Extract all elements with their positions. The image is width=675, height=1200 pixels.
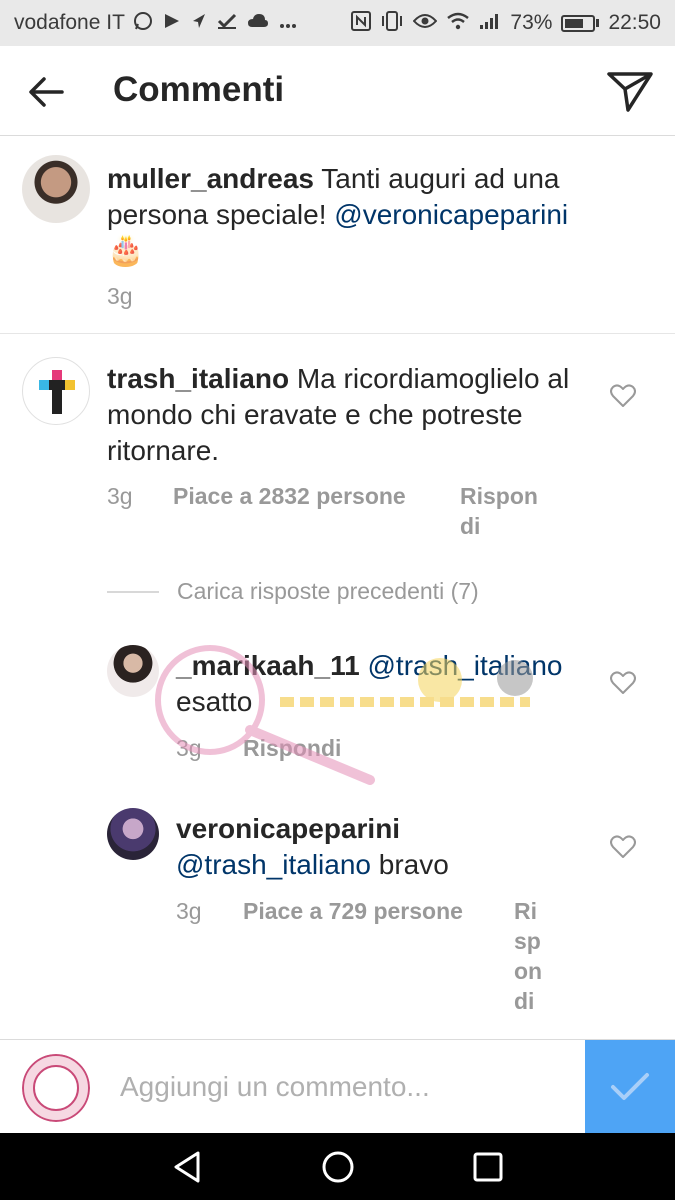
nav-recents-button[interactable]: [468, 1147, 508, 1187]
reply-meta: 3g Rispondi: [176, 735, 341, 762]
paper-plane-icon: [607, 72, 653, 112]
eye-icon: [413, 13, 438, 34]
share-button[interactable]: [606, 70, 654, 114]
checkmark-icon: [611, 1073, 649, 1100]
reply-body: esatto: [176, 686, 253, 717]
reply-label-part: di: [514, 988, 535, 1014]
back-button[interactable]: [26, 72, 66, 112]
cloud-icon: [247, 13, 269, 34]
page-title: Commenti: [113, 70, 285, 109]
reply-button[interactable]: Rispondi: [243, 735, 341, 762]
reply-username[interactable]: _marikaah_11: [176, 650, 360, 681]
comment-text: trash_italiano Ma ricordiamoglielo al mo…: [107, 361, 597, 469]
load-previous-replies[interactable]: Carica risposte precedenti (7): [107, 578, 479, 605]
comment-meta: 3g Piace a 2832 persone Rispon di: [107, 483, 538, 541]
header: Commenti: [0, 46, 675, 136]
clock: 22:50: [608, 11, 661, 34]
reply-label-part: Ri: [514, 898, 537, 924]
arrow-left-icon: [29, 77, 64, 107]
square-recents-icon: [473, 1152, 503, 1182]
reply-mention[interactable]: @trash_italiano: [368, 650, 563, 681]
avatar[interactable]: [22, 357, 90, 425]
comment-username[interactable]: trash_italiano: [107, 363, 289, 394]
reply-label-part: sp: [514, 928, 541, 954]
whatsapp-icon: [133, 11, 153, 36]
reply-time: 3g: [176, 735, 202, 761]
like-button[interactable]: [610, 835, 636, 859]
reply-text: veronicapeparini @trash_italiano bravo: [176, 811, 596, 883]
reply-time: 3g: [176, 898, 202, 924]
reply-username[interactable]: veronicapeparini: [176, 813, 400, 844]
replies-line: [107, 590, 159, 593]
check-icon: [217, 12, 237, 35]
avatar[interactable]: [107, 645, 159, 697]
reply-text: _marikaah_11 @trash_italiano esatto: [176, 648, 596, 720]
reply-body: bravo: [370, 849, 449, 880]
reply-label-part: on: [514, 958, 543, 984]
battery-icon: [561, 14, 600, 32]
system-nav-bar: [0, 1133, 675, 1200]
reply-button[interactable]: Ri sp on di: [514, 896, 542, 1016]
more-icon: [279, 13, 297, 34]
trash-italiano-logo-icon: [39, 370, 75, 414]
circle-home-icon: [322, 1151, 354, 1183]
carrier-label: vodafone IT: [14, 11, 125, 34]
triangle-back-icon: [174, 1151, 200, 1183]
signal-icon: [479, 12, 501, 35]
post-comment-button[interactable]: [585, 1040, 675, 1134]
reply-meta: 3g Piace a 729 persone Ri sp on di: [176, 898, 542, 1016]
avatar: [22, 1054, 90, 1122]
caption-text: muller_andreas Tanti auguri ad una perso…: [107, 161, 627, 269]
heart-icon: [610, 384, 636, 407]
avatar[interactable]: [22, 155, 90, 223]
reply-mention[interactable]: @trash_italiano: [176, 849, 371, 880]
load-replies-label: Carica risposte precedenti (7): [177, 578, 479, 604]
nfc-icon: [351, 10, 372, 36]
message-icon: [163, 12, 181, 35]
like-button[interactable]: [610, 671, 636, 695]
divider: [0, 333, 675, 334]
vibrate-icon: [380, 10, 404, 36]
likes-count[interactable]: Piace a 729 persone: [243, 898, 514, 1016]
reply-label-part: di: [460, 513, 481, 539]
avatar[interactable]: [107, 808, 159, 860]
telegram-icon: [191, 12, 207, 35]
wifi-icon: [446, 12, 470, 35]
likes-count[interactable]: Piace a 2832 persone: [173, 483, 460, 541]
caption-time: 3g: [107, 283, 133, 309]
comment-time: 3g: [107, 483, 133, 509]
caption-meta: 3g: [107, 283, 133, 310]
comment-input[interactable]: [120, 1064, 570, 1110]
caption-mention[interactable]: @veronicapeparini: [334, 199, 568, 230]
reply-button[interactable]: Rispon di: [460, 481, 538, 541]
reply-label-part: Rispon: [460, 483, 538, 509]
heart-icon: [610, 671, 636, 694]
heart-icon: [610, 835, 636, 858]
cake-emoji: 🎂: [107, 234, 145, 267]
like-button[interactable]: [610, 384, 636, 408]
comment-input-bar: [0, 1039, 675, 1134]
nav-back-button[interactable]: [168, 1147, 208, 1187]
nav-home-button[interactable]: [318, 1147, 358, 1187]
status-bar: vodafone IT 73% 22:50: [0, 0, 675, 46]
caption-username[interactable]: muller_andreas: [107, 163, 314, 194]
battery-percent: 73%: [510, 11, 553, 34]
